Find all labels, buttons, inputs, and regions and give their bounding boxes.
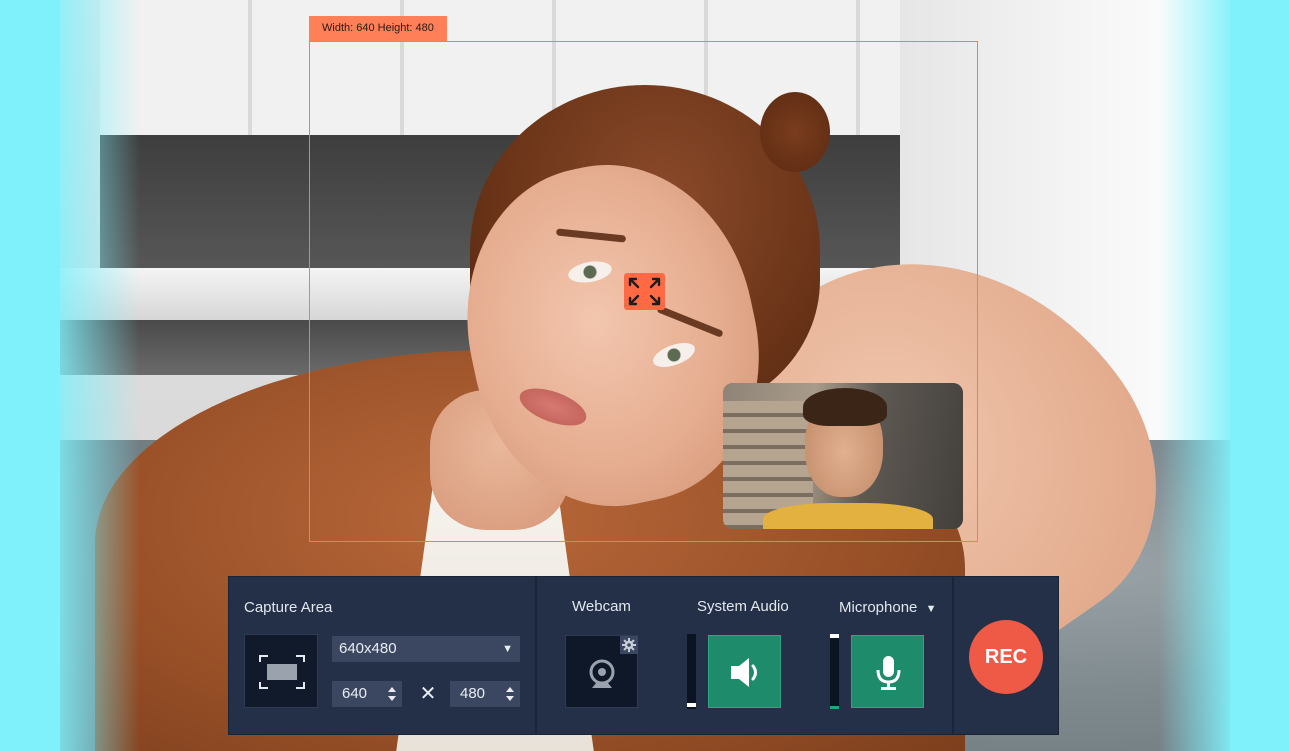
record-button[interactable]: REC [969,620,1043,694]
resolution-value: 640x480 [339,640,397,657]
webcam-settings-button[interactable] [620,636,638,654]
height-stepper[interactable]: 480 [450,681,520,707]
capture-area-label: Capture Area [244,599,333,616]
microphone-level [830,706,839,709]
system-audio-meter-cap [687,703,696,707]
panel-divider [952,577,954,734]
width-stepper[interactable]: 640 [332,681,402,707]
capture-size-label: Width: 640 Height: 480 [309,16,447,41]
expand-arrows-icon[interactable] [624,273,665,310]
system-audio-label: System Audio [697,598,789,615]
microphone-level-meter [830,634,839,709]
microphone-dropdown[interactable]: Microphone ▼ [839,599,936,616]
stepper-arrows-icon[interactable] [505,684,515,704]
microphone-meter-cap [830,634,839,638]
width-value: 640 [342,685,368,702]
recording-control-panel: Capture Area 640x480 ▼ 640 ✕ 480 Webcam [229,577,1058,734]
left-edge-fade [0,0,140,751]
webcam-overlay[interactable] [723,383,963,529]
times-icon: ✕ [419,683,437,705]
speaker-icon [731,658,757,687]
height-value: 480 [460,685,486,702]
screen-region-icon [259,655,305,689]
capture-area-button[interactable] [244,634,318,708]
resolution-select[interactable]: 640x480 ▼ [332,636,520,662]
stepper-arrows-icon[interactable] [387,684,397,704]
microphone-icon [876,656,901,690]
chevron-down-icon: ▼ [502,643,513,655]
system-audio-toggle[interactable] [708,635,781,708]
microphone-label: Microphone [839,599,918,616]
webcam-button[interactable] [565,635,638,708]
system-audio-level-meter [687,634,696,709]
chevron-down-icon: ▼ [925,603,937,615]
webcam-person-hair [803,388,887,426]
panel-divider [535,577,537,734]
gear-icon [622,638,636,652]
right-edge-fade [1159,0,1289,751]
microphone-toggle[interactable] [851,635,924,708]
webcam-label: Webcam [572,598,631,615]
webcam-person-shirt [763,503,933,529]
